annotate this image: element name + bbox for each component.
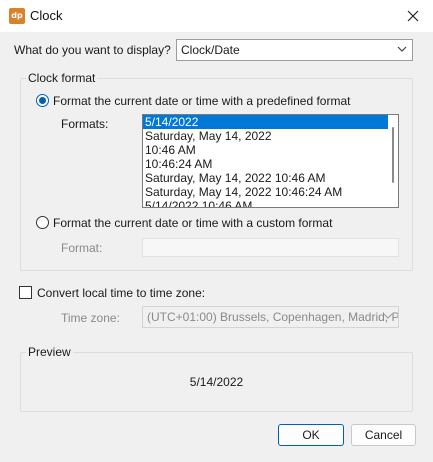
clock-format-title: Clock format bbox=[26, 71, 98, 85]
timezone-dropdown[interactable]: (UTC+01:00) Brussels, Copenhagen, Madrid… bbox=[142, 306, 399, 328]
preview-title: Preview bbox=[26, 345, 73, 359]
formats-scrollbar[interactable] bbox=[388, 115, 398, 207]
custom-format-label[interactable]: Format the current date or time with a c… bbox=[53, 216, 332, 230]
close-icon bbox=[407, 10, 419, 22]
chevron-down-icon bbox=[383, 313, 393, 319]
convert-timezone-label[interactable]: Convert local time to time zone: bbox=[37, 286, 205, 300]
format-list-item[interactable]: Saturday, May 14, 2022 10:46 AM bbox=[143, 171, 398, 185]
format-list-item[interactable]: 10:46 AM bbox=[143, 143, 398, 157]
format-list-item[interactable]: Saturday, May 14, 2022 10:46:24 AM bbox=[143, 185, 398, 199]
format-list-item[interactable]: 5/14/2022 bbox=[143, 115, 398, 129]
formats-label: Formats: bbox=[61, 117, 109, 131]
format-label: Format: bbox=[61, 241, 103, 255]
formats-list: 5/14/2022 Saturday, May 14, 2022 10:46 AM 1… bbox=[143, 115, 398, 207]
display-dropdown-value: Clock/Date bbox=[181, 43, 240, 57]
ok-button[interactable]: OK bbox=[278, 424, 344, 446]
display-label: What do you want to display? bbox=[14, 43, 171, 57]
timezone-label: Time zone: bbox=[61, 311, 120, 325]
format-list-item[interactable]: 10:46:24 AM bbox=[143, 157, 398, 171]
predefined-format-label[interactable]: Format the current date or time with a p… bbox=[53, 94, 350, 108]
formats-listbox[interactable]: 5/14/2022 Saturday, May 14, 2022 10:46 AM 1… bbox=[142, 114, 399, 208]
display-dropdown[interactable]: Clock/Date bbox=[176, 39, 413, 61]
predefined-format-radio[interactable] bbox=[36, 94, 49, 107]
cancel-button[interactable]: Cancel bbox=[351, 424, 416, 446]
format-list-item[interactable]: Saturday, May 14, 2022 bbox=[143, 129, 398, 143]
close-button[interactable] bbox=[393, 0, 433, 32]
app-icon: dp bbox=[9, 8, 25, 24]
custom-format-radio[interactable] bbox=[36, 216, 49, 229]
convert-timezone-checkbox[interactable] bbox=[19, 286, 32, 299]
chevron-down-icon bbox=[397, 46, 407, 52]
timezone-dropdown-value: (UTC+01:00) Brussels, Copenhagen, Madrid… bbox=[147, 310, 399, 324]
scrollbar-thumb[interactable] bbox=[392, 127, 394, 183]
format-list-item[interactable]: 5/14/2022 10:46 AM bbox=[143, 199, 398, 207]
window-title: Clock bbox=[30, 8, 63, 23]
custom-format-input[interactable] bbox=[142, 238, 399, 257]
title-bar: dp Clock bbox=[0, 0, 433, 32]
preview-value: 5/14/2022 bbox=[189, 375, 244, 389]
